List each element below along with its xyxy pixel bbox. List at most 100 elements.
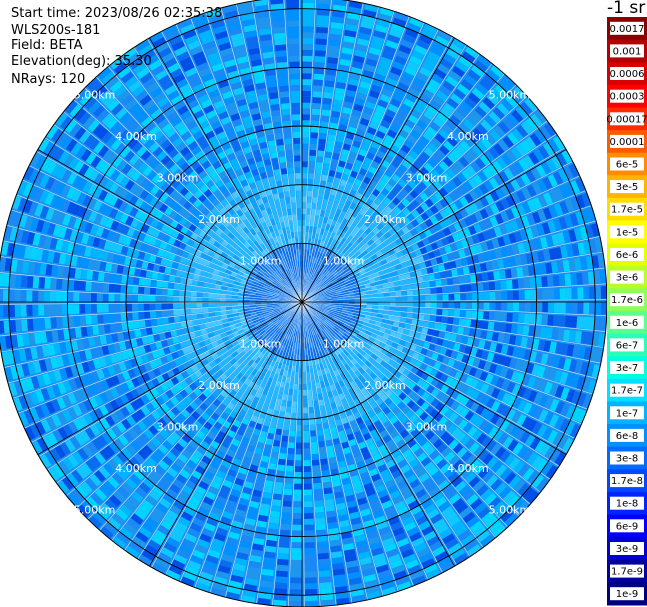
radar-gate — [302, 43, 313, 50]
radar-gate — [272, 499, 282, 507]
radar-gate — [465, 284, 472, 292]
radar-gate — [294, 477, 302, 484]
radar-gate — [179, 290, 186, 296]
radar-gate — [313, 85, 323, 92]
radar-gate — [360, 302, 367, 305]
radar-gate — [303, 436, 310, 443]
radar-gate — [582, 316, 589, 329]
radar-gate — [311, 447, 318, 455]
radar-gate — [115, 322, 123, 332]
radar-gate — [287, 453, 294, 461]
radar-gate — [309, 161, 316, 168]
radar-gate — [506, 279, 513, 290]
radar-gate — [145, 327, 153, 335]
radar-gate — [407, 307, 414, 313]
radar-gate — [302, 184, 307, 191]
radar-gate — [126, 312, 133, 321]
radar-gate — [306, 220, 310, 227]
radar-gate — [294, 483, 302, 490]
radar-gate — [412, 289, 420, 295]
radar-gate — [168, 316, 175, 324]
radar-gate — [290, 418, 296, 425]
radar-gate — [290, 583, 302, 590]
radar-gate — [589, 302, 596, 315]
radar-gate — [196, 292, 203, 297]
radar-gate — [283, 488, 293, 496]
radar-gate — [318, 138, 326, 146]
radar-gate — [310, 143, 317, 151]
radar-gate — [155, 288, 162, 295]
radar-gate — [312, 471, 321, 478]
radar-gate — [442, 302, 449, 309]
radar-gate — [303, 425, 309, 431]
radar-gate — [308, 173, 315, 180]
radar-gate — [32, 290, 39, 302]
radar-gate — [299, 366, 302, 373]
radar-gate — [553, 288, 561, 300]
radar-gate — [504, 269, 512, 279]
radar-gate — [378, 302, 385, 306]
radar-gate — [167, 282, 175, 289]
radar-gate — [286, 400, 292, 407]
radar-gate — [274, 434, 281, 441]
radar-gate — [283, 423, 290, 431]
radar-gate — [292, 395, 298, 402]
radar-gate — [307, 389, 312, 396]
radar-gate — [157, 273, 164, 280]
radar-gate — [296, 419, 302, 426]
radar-gate — [26, 318, 34, 331]
radar-gate — [280, 523, 291, 531]
radar-gate — [430, 287, 437, 294]
radar-gate — [96, 304, 103, 313]
radar-gate — [494, 281, 501, 290]
radar-gate — [38, 304, 45, 316]
radar-gate — [269, 457, 278, 465]
radar-gate — [102, 293, 109, 302]
radar-gate — [307, 395, 313, 402]
radar-gate — [26, 290, 33, 302]
radar-gate — [314, 500, 324, 507]
radar-gate — [290, 577, 302, 584]
radar-gate — [501, 302, 508, 311]
radar-gate — [98, 324, 105, 335]
radar-gate — [547, 275, 554, 287]
radar-gate — [311, 459, 320, 466]
radar-gate — [303, 483, 312, 490]
radar-gate — [120, 303, 127, 312]
radar-gate — [302, 14, 314, 21]
radar-gate — [302, 108, 311, 115]
radar-gate — [423, 281, 431, 288]
radar-gate — [279, 447, 287, 454]
radar-gate — [126, 294, 133, 302]
radar-gate — [149, 311, 157, 318]
radar-gate — [383, 306, 390, 311]
radar-gate — [270, 510, 280, 518]
radar-gate — [38, 277, 46, 289]
radar-gate — [304, 571, 317, 578]
radar-gate — [114, 313, 122, 322]
radar-gate — [293, 507, 302, 514]
radar-gate — [324, 86, 334, 94]
radar-gate — [291, 412, 297, 420]
radar-gate — [32, 276, 40, 289]
radar-gate — [445, 270, 453, 278]
radar-gate — [115, 274, 123, 283]
radar-gate — [323, 92, 333, 99]
radar-gate — [15, 319, 22, 332]
radar-gate — [292, 518, 302, 525]
radar-gate — [184, 309, 192, 315]
radar-gate — [161, 296, 168, 302]
radar-gate — [524, 302, 531, 312]
radar-gate — [299, 360, 302, 367]
radar-gate — [441, 316, 448, 324]
radar-gate — [275, 582, 288, 589]
radar-gate — [312, 465, 320, 472]
radar-gate — [302, 225, 306, 232]
radar-gate — [26, 276, 34, 288]
radar-gate — [277, 558, 289, 566]
radar-gate — [191, 314, 198, 320]
radar-gate — [523, 313, 531, 324]
radar-gate — [483, 311, 490, 320]
radar-gate — [458, 318, 466, 326]
radar-gate — [302, 137, 309, 144]
